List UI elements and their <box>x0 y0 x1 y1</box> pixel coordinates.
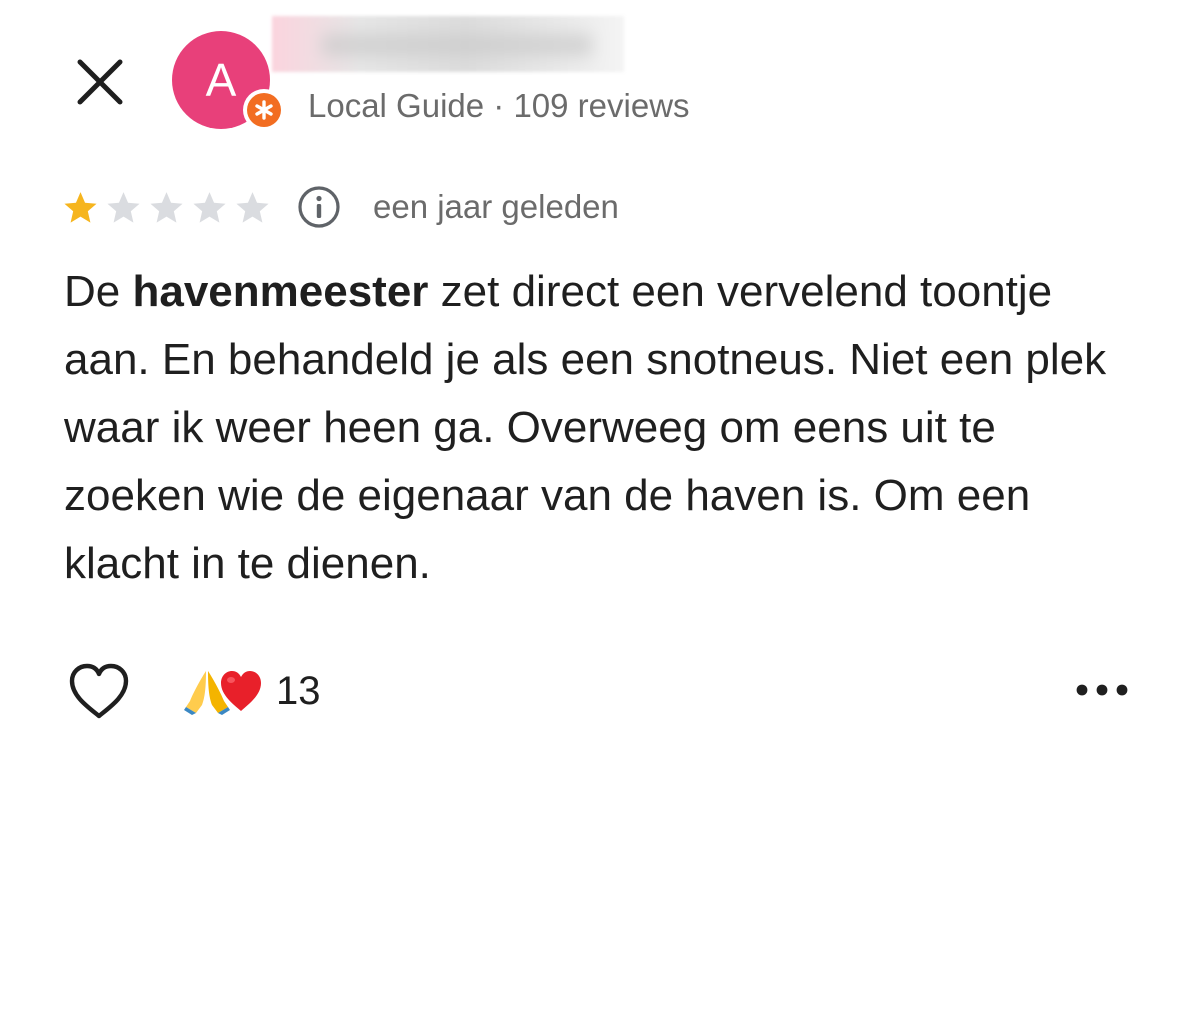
local-guide-star-icon <box>255 100 273 120</box>
star-empty-icon <box>150 191 183 223</box>
reviewer-meta: Local Guide · 109 reviews <box>308 87 690 124</box>
rating-row: een jaar geleden <box>62 184 619 230</box>
close-button[interactable] <box>70 52 130 112</box>
star-rating <box>62 189 277 226</box>
like-button[interactable] <box>66 660 132 722</box>
avatar-letter: A <box>205 54 237 106</box>
review-text-highlight: havenmeester <box>132 267 429 316</box>
heart-outline-icon <box>69 663 129 719</box>
heart-emoji-icon <box>221 671 261 711</box>
star-empty-icon <box>193 191 226 223</box>
reactions[interactable]: 13 <box>184 664 321 718</box>
reviewer-name-redacted[interactable] <box>272 16 624 72</box>
more-options-button[interactable] <box>1070 670 1134 710</box>
star-filled-icon <box>64 191 97 223</box>
review-time: een jaar geleden <box>373 188 619 225</box>
review-text: De havenmeester zet direct een vervelend… <box>64 258 1144 598</box>
review-text-prefix: De <box>64 267 133 316</box>
reaction-count: 13 <box>276 668 321 713</box>
more-horizontal-icon <box>1076 684 1128 696</box>
star-empty-icon <box>236 191 269 223</box>
info-icon[interactable] <box>297 185 341 229</box>
star-empty-icon <box>107 191 140 223</box>
close-icon <box>77 59 123 105</box>
local-guide-badge <box>243 89 285 131</box>
